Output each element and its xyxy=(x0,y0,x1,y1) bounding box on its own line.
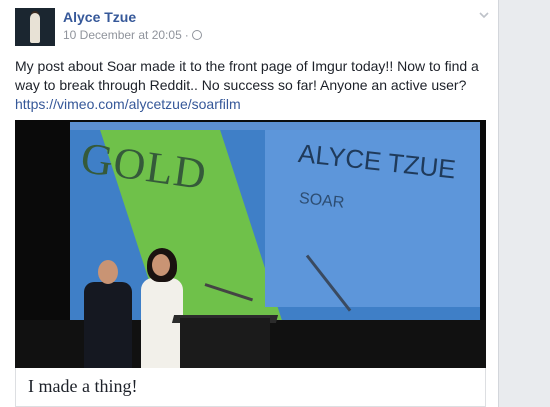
post-message: My post about Soar made it to the front … xyxy=(15,58,479,93)
woman-body xyxy=(141,278,183,368)
woman-head xyxy=(152,254,170,276)
screen-top-strip xyxy=(70,122,480,130)
podium xyxy=(180,318,270,368)
man-body xyxy=(84,282,132,368)
post-meta: 10 December at 20:05 · xyxy=(63,28,202,42)
avatar-figure xyxy=(30,13,40,43)
post-text: My post about Soar made it to the front … xyxy=(15,57,485,114)
man-head xyxy=(98,260,118,284)
link-preview-title[interactable]: I made a thing! xyxy=(28,376,137,397)
author-name[interactable]: Alyce Tzue xyxy=(63,9,136,25)
link-preview[interactable]: I made a thing! xyxy=(15,368,486,407)
author-avatar[interactable] xyxy=(15,8,55,46)
post-image[interactable]: GOLD ALYCE TZUE SOAR xyxy=(15,120,486,368)
person-man xyxy=(80,260,135,368)
post-card: Alyce Tzue 10 December at 20:05 · My pos… xyxy=(0,0,499,407)
post-timestamp[interactable]: 10 December at 20:05 xyxy=(63,28,182,42)
chevron-down-icon[interactable] xyxy=(478,9,490,21)
meta-separator: · xyxy=(184,28,189,42)
globe-icon[interactable] xyxy=(191,30,202,40)
post-link[interactable]: https://vimeo.com/alycetzue/soarfilm xyxy=(15,96,241,112)
